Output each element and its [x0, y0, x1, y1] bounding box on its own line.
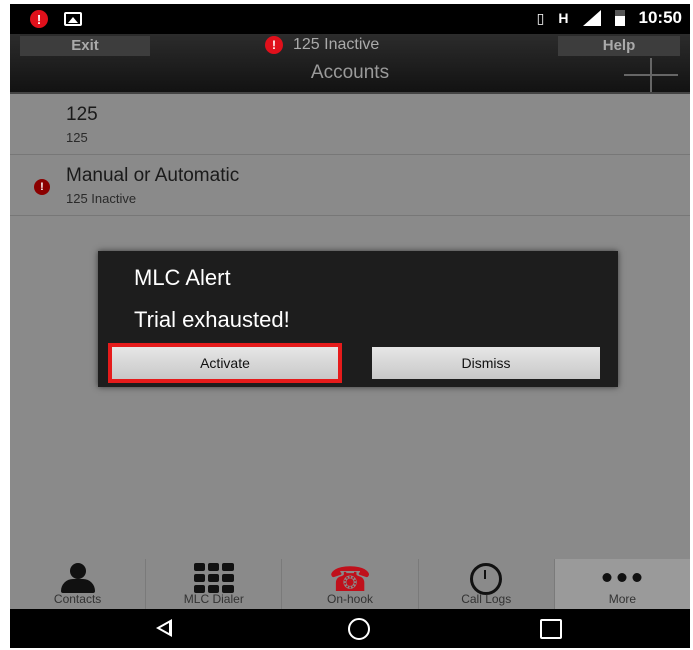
image-notification-icon	[64, 12, 82, 26]
tab-mlc-dialer[interactable]: MLC Dialer	[146, 559, 283, 609]
back-icon[interactable]	[156, 619, 172, 637]
account-subtitle: 125	[66, 130, 88, 145]
account-status-text: 125 Inactive	[293, 36, 380, 53]
account-name: 125	[66, 104, 98, 125]
account-name: Manual or Automatic	[66, 165, 240, 186]
tab-more[interactable]: More	[554, 559, 690, 609]
tab-call-logs[interactable]: Call Logs	[419, 559, 555, 609]
account-subtitle: 125 Inactive	[66, 191, 137, 206]
dialog-title: MLC Alert	[134, 265, 231, 290]
signal-icon	[582, 10, 601, 26]
dismiss-button[interactable]: Dismiss	[372, 347, 600, 379]
more-dots-icon	[602, 573, 642, 582]
tab-label: More	[608, 592, 637, 606]
clock-time: 10:50	[638, 8, 682, 27]
tab-on-hook[interactable]: ☎ On-hook	[282, 559, 419, 609]
add-account-icon[interactable]	[624, 58, 678, 92]
recent-apps-icon[interactable]	[540, 619, 562, 639]
help-button[interactable]: Help	[558, 36, 680, 56]
tab-label: MLC Dialer	[183, 592, 244, 606]
list-item[interactable]: 125 125	[10, 94, 690, 155]
tab-contacts[interactable]: Contacts	[10, 559, 147, 609]
exit-button[interactable]: Exit	[20, 36, 150, 56]
account-status: ! 125 Inactive	[265, 36, 379, 54]
contacts-icon	[60, 563, 95, 593]
tab-label: Call Logs	[461, 592, 512, 606]
vibrate-icon: ▯	[536, 9, 545, 26]
dialog-message: Trial exhausted!	[134, 307, 290, 332]
bottom-tab-bar: Contacts MLC Dialer ☎ On-hook Call Logs …	[10, 559, 690, 609]
alert-icon: !	[265, 36, 283, 54]
activate-button[interactable]: Activate	[108, 343, 342, 383]
list-item[interactable]: ! Manual or Automatic 125 Inactive	[10, 155, 690, 216]
phone-screen: ! ▯ H 10:50 Exit ! 125 Inactive Help Acc…	[10, 4, 690, 648]
page-title: Accounts	[310, 62, 390, 83]
alert-icon: !	[34, 179, 50, 195]
tab-label: On-hook	[326, 592, 374, 606]
tab-label: Contacts	[53, 592, 102, 606]
home-icon[interactable]	[348, 618, 370, 640]
system-nav-bar	[10, 609, 690, 648]
action-bar: Exit ! 125 Inactive Help Accounts	[10, 34, 690, 94]
dialpad-icon	[193, 563, 234, 593]
alert-notification-icon: !	[30, 10, 48, 28]
alert-dialog: MLC Alert Trial exhausted! Activate Dism…	[98, 251, 618, 387]
network-type: H	[558, 10, 569, 26]
battery-icon	[614, 10, 625, 26]
status-bar: ! ▯ H 10:50	[10, 4, 690, 34]
call-history-icon	[470, 563, 503, 595]
